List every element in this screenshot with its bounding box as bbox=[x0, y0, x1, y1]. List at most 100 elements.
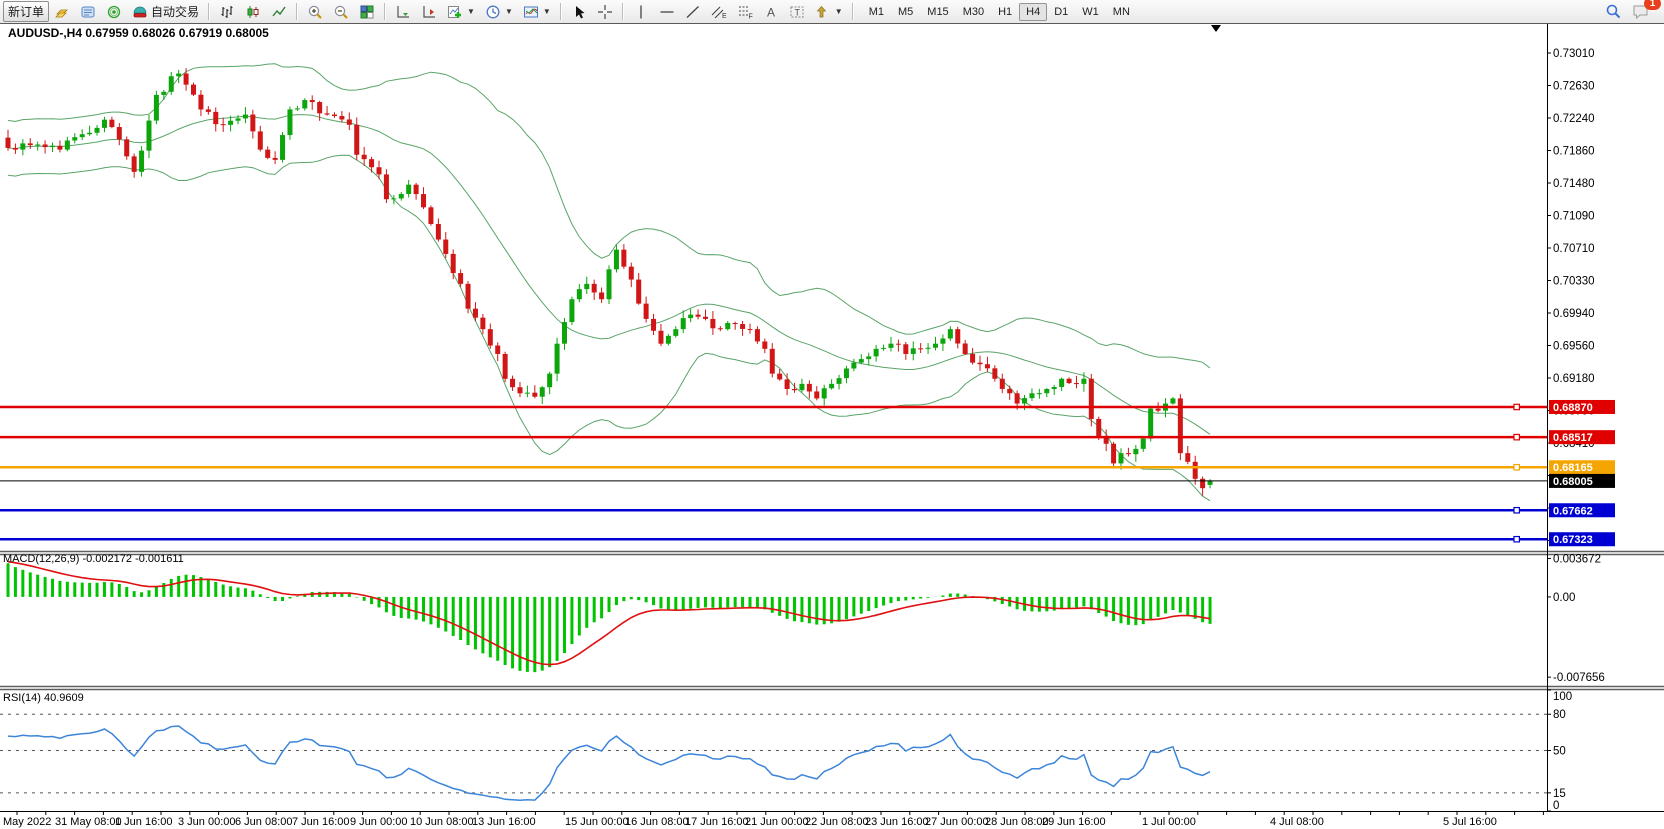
chart-title: AUDUSD-,H4 0.67959 0.68026 0.67919 0.680… bbox=[8, 26, 269, 40]
chart-shift-marker[interactable] bbox=[1211, 25, 1221, 32]
line-handle[interactable] bbox=[1514, 508, 1519, 513]
line-chart-button[interactable] bbox=[266, 1, 292, 22]
timeframe-M1-button[interactable]: M1 bbox=[862, 3, 891, 21]
bar-chart-button[interactable] bbox=[214, 1, 240, 22]
timeframe-M15-button[interactable]: M15 bbox=[920, 3, 955, 21]
toolbar-separator bbox=[208, 3, 210, 20]
candlestick-chart-button[interactable] bbox=[240, 1, 266, 22]
clock-icon bbox=[485, 4, 501, 20]
timeframe-H1-button[interactable]: H1 bbox=[991, 3, 1019, 21]
cursor-button[interactable] bbox=[566, 1, 592, 22]
toolbar-separator bbox=[296, 3, 298, 20]
zoom-out-icon bbox=[333, 4, 349, 20]
trendline-icon bbox=[685, 4, 701, 20]
auto-scroll-button[interactable] bbox=[390, 1, 416, 22]
fibonacci-button[interactable]: F bbox=[732, 1, 758, 22]
rsi-pane: 1008050150 bbox=[0, 690, 1572, 812]
trendline-button[interactable] bbox=[680, 1, 706, 22]
timeframe-M30-button[interactable]: M30 bbox=[956, 3, 991, 21]
timeframe-H4-button[interactable]: H4 bbox=[1019, 3, 1047, 21]
zoom-in-button[interactable] bbox=[302, 1, 328, 22]
svg-text:F: F bbox=[748, 13, 752, 20]
candles bbox=[6, 68, 1213, 496]
timeframe-toolbar: M1M5M15M30H1H4D1W1MN bbox=[862, 3, 1137, 21]
svg-text:28 Jun 08:00: 28 Jun 08:00 bbox=[985, 816, 1049, 828]
svg-text:0.00: 0.00 bbox=[1553, 592, 1575, 604]
svg-text:0.003672: 0.003672 bbox=[1553, 553, 1601, 565]
svg-text:0.71480: 0.71480 bbox=[1553, 178, 1595, 190]
notification-badge: 1 bbox=[1644, 0, 1661, 10]
svg-text:0.71860: 0.71860 bbox=[1553, 146, 1595, 158]
toolbar: 新订单 自动交易 bbox=[0, 0, 1664, 23]
equidistant-channel-button[interactable]: E bbox=[706, 1, 732, 22]
line-handle[interactable] bbox=[1514, 465, 1519, 470]
zoom-in-icon bbox=[307, 4, 323, 20]
timeframe-W1-button[interactable]: W1 bbox=[1075, 3, 1106, 21]
svg-text:16 Jun 08:00: 16 Jun 08:00 bbox=[625, 816, 689, 828]
chart-canvas[interactable]: 0.730100.726300.722400.718600.714800.710… bbox=[0, 0, 1664, 829]
svg-text:1 Jun 16:00: 1 Jun 16:00 bbox=[115, 816, 173, 828]
crosshair-button[interactable] bbox=[592, 1, 618, 22]
svg-text:0.72240: 0.72240 bbox=[1553, 113, 1595, 125]
market-watch-button[interactable] bbox=[49, 1, 75, 22]
svg-text:29 Jun 16:00: 29 Jun 16:00 bbox=[1042, 816, 1106, 828]
line-handle[interactable] bbox=[1514, 404, 1519, 409]
fibonacci-icon: F bbox=[737, 4, 753, 20]
signal-button[interactable] bbox=[101, 1, 127, 22]
vertical-line-button[interactable] bbox=[628, 1, 654, 22]
notifications-button[interactable]: 1 bbox=[1627, 1, 1655, 22]
svg-text:15: 15 bbox=[1553, 788, 1566, 800]
svg-text:0.73010: 0.73010 bbox=[1553, 48, 1595, 60]
svg-text:27 Jun 00:00: 27 Jun 00:00 bbox=[925, 816, 989, 828]
autotrade-label: 自动交易 bbox=[151, 3, 199, 20]
tile-windows-button[interactable] bbox=[354, 1, 380, 22]
timeframe-MN-button[interactable]: MN bbox=[1106, 3, 1137, 21]
timeframe-M5-button[interactable]: M5 bbox=[891, 3, 920, 21]
text-label-button[interactable]: T bbox=[784, 1, 810, 22]
data-window-button[interactable] bbox=[75, 1, 101, 22]
horizontal-line-button[interactable] bbox=[654, 1, 680, 22]
zoom-out-button[interactable] bbox=[328, 1, 354, 22]
svg-text:E: E bbox=[722, 13, 727, 20]
search-button[interactable] bbox=[1600, 1, 1627, 22]
svg-text:0.67323: 0.67323 bbox=[1553, 534, 1593, 546]
price-line-badges: 0.688700.685170.681650.680050.676620.673… bbox=[1549, 400, 1615, 546]
chart-shift-button[interactable] bbox=[416, 1, 442, 22]
svg-text:0.69940: 0.69940 bbox=[1553, 308, 1595, 320]
periods-button[interactable]: ▼ bbox=[480, 1, 518, 22]
pane-borders bbox=[0, 23, 1664, 812]
line-handle[interactable] bbox=[1514, 537, 1519, 542]
text-label-icon: T bbox=[789, 4, 805, 20]
svg-text:0.71090: 0.71090 bbox=[1553, 211, 1595, 223]
arrows-icon bbox=[815, 4, 831, 20]
add-indicator-button[interactable]: ▼ bbox=[442, 1, 480, 22]
line-handle[interactable] bbox=[1514, 434, 1519, 439]
svg-text:T: T bbox=[794, 7, 800, 17]
chevron-down-icon: ▼ bbox=[505, 7, 513, 16]
arrows-button[interactable]: ▼ bbox=[810, 1, 848, 22]
svg-text:May 2022: May 2022 bbox=[3, 816, 51, 828]
svg-text:23 Jun 16:00: 23 Jun 16:00 bbox=[865, 816, 929, 828]
crosshair-icon bbox=[597, 4, 613, 20]
template-chart-icon bbox=[523, 4, 539, 20]
signal-icon bbox=[106, 4, 122, 20]
svg-text:6 Jun 08:00: 6 Jun 08:00 bbox=[235, 816, 293, 828]
template-button[interactable]: ▼ bbox=[518, 1, 556, 22]
timeframe-D1-button[interactable]: D1 bbox=[1047, 3, 1075, 21]
text-button[interactable]: A bbox=[758, 1, 784, 22]
rsi-indicator-label: RSI(14) 40.9609 bbox=[3, 692, 84, 704]
autotrade-button[interactable]: 自动交易 bbox=[127, 1, 204, 22]
autotrade-icon bbox=[132, 4, 148, 20]
svg-text:7 Jun 16:00: 7 Jun 16:00 bbox=[292, 816, 350, 828]
svg-text:31 May 08:00: 31 May 08:00 bbox=[55, 816, 122, 828]
svg-text:0.68005: 0.68005 bbox=[1553, 476, 1593, 488]
chart-shift-icon bbox=[421, 4, 437, 20]
toolbar-separator bbox=[622, 3, 624, 20]
gold-bars-icon bbox=[54, 4, 70, 20]
svg-text:0.69560: 0.69560 bbox=[1553, 341, 1595, 353]
svg-text:0: 0 bbox=[1553, 800, 1559, 812]
toolbar-separator bbox=[384, 3, 386, 20]
horizontal-line-icon bbox=[659, 4, 675, 20]
new-order-button[interactable]: 新订单 bbox=[3, 1, 49, 22]
equidistant-channel-icon: E bbox=[711, 4, 727, 20]
